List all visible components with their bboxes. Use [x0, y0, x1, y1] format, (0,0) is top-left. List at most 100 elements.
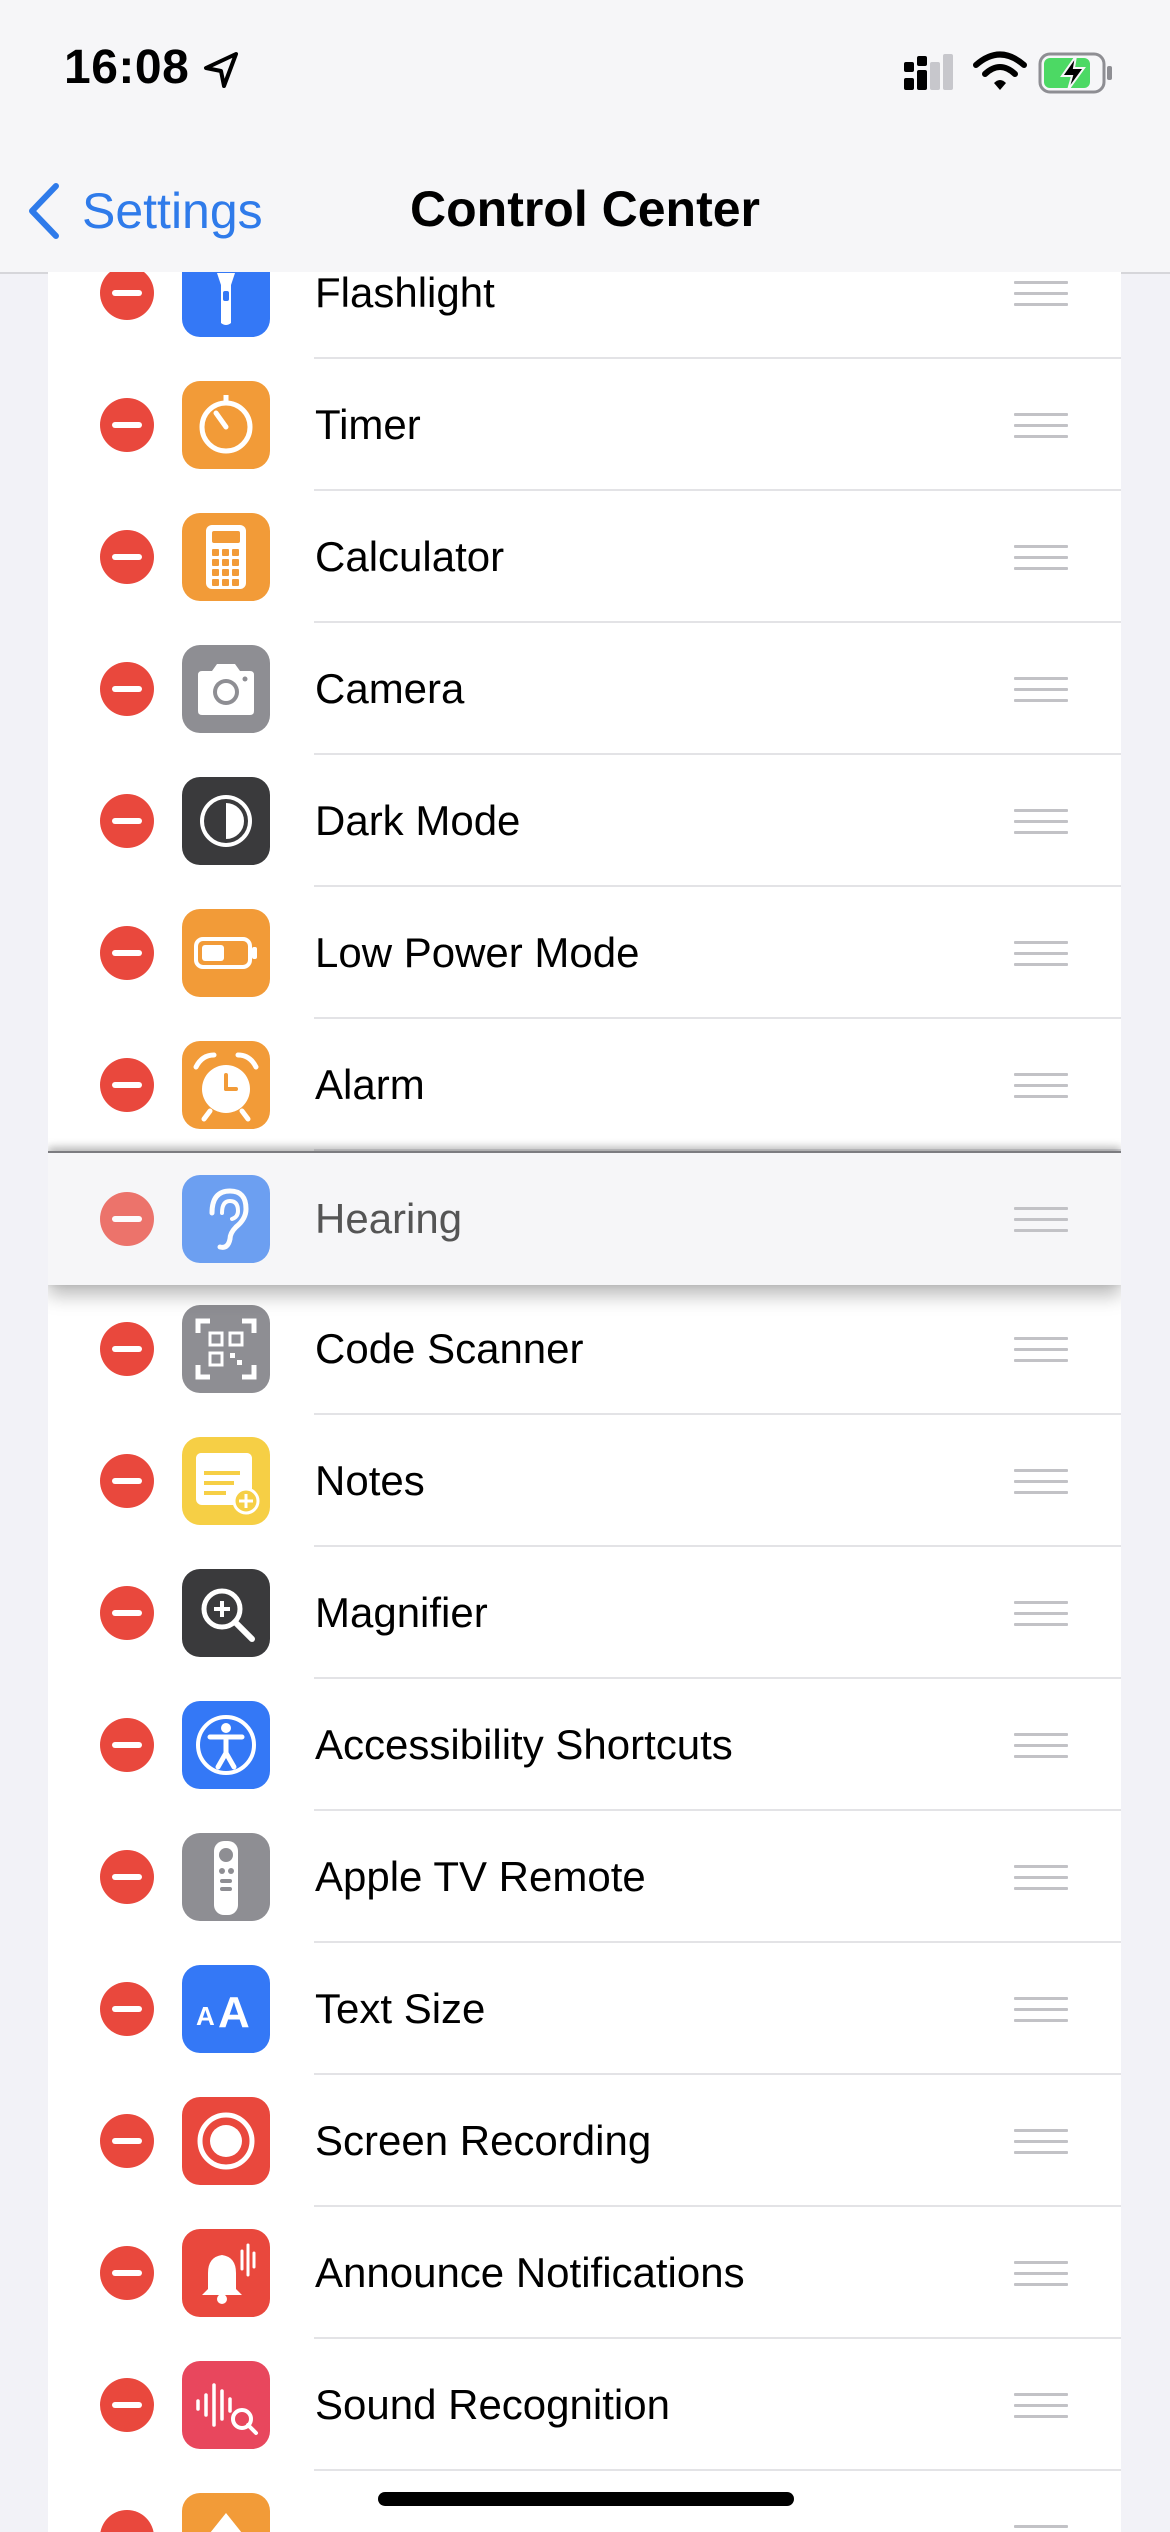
tv-remote-icon [182, 1833, 270, 1921]
control-row[interactable]: Alarm [48, 1019, 1121, 1151]
reorder-handle-icon[interactable] [1014, 413, 1068, 439]
reorder-handle-icon[interactable] [1014, 2261, 1068, 2287]
screen-recording-icon [182, 2097, 270, 2185]
partial-icon [182, 2493, 270, 2532]
control-label: Sound Recognition [315, 2381, 670, 2428]
control-label: Screen Recording [315, 2117, 652, 2164]
navigation-bar: Settings Control Center [0, 150, 1170, 274]
reorder-handle-icon[interactable] [1014, 1073, 1068, 1099]
remove-control-button[interactable] [100, 2378, 154, 2432]
control-row[interactable]: Announce Notifications [48, 2207, 1121, 2339]
status-time: 16:08 [64, 41, 190, 94]
control-row[interactable]: Camera [48, 623, 1121, 755]
status-bar: 16:08 [0, 0, 1170, 150]
control-row[interactable]: Hearing [48, 1151, 1121, 1285]
control-label: Text Size [315, 1985, 486, 2032]
remove-control-button[interactable] [100, 926, 154, 980]
control-label: Flashlight [315, 272, 495, 316]
remove-control-button[interactable] [100, 1192, 154, 1246]
reorder-handle-icon[interactable] [1014, 1601, 1068, 1627]
remove-control-button[interactable] [100, 530, 154, 584]
reorder-handle-icon[interactable] [1014, 1733, 1068, 1759]
remove-control-button[interactable] [100, 2246, 154, 2300]
notes-icon [182, 1437, 270, 1525]
battery-charging-icon [1038, 52, 1112, 94]
control-row[interactable]: A A Text Size [48, 1943, 1121, 2075]
reorder-handle-icon[interactable] [1014, 281, 1068, 307]
page-title: Control Center [410, 181, 760, 237]
timer-icon [182, 381, 270, 469]
control-label: Code Scanner [315, 1325, 584, 1372]
control-label: Alarm [315, 1061, 425, 1108]
remove-control-button[interactable] [100, 662, 154, 716]
remove-control-button[interactable] [100, 1058, 154, 1112]
reorder-handle-icon[interactable] [1014, 2525, 1068, 2532]
included-controls-list: Flashlight Timer Calculator Camera Dark Mode… [48, 272, 1121, 2532]
control-row[interactable]: Timer [48, 359, 1121, 491]
flashlight-icon [182, 272, 270, 337]
svg-text:A: A [218, 1988, 250, 2037]
control-row[interactable]: Calculator [48, 491, 1121, 623]
reorder-handle-icon[interactable] [1014, 941, 1068, 967]
wifi-icon [973, 51, 1027, 90]
magnifier-icon [182, 1569, 270, 1657]
remove-control-button[interactable] [100, 1454, 154, 1508]
reorder-handle-icon[interactable] [1014, 677, 1068, 703]
control-label: Announce Notifications [315, 2249, 745, 2296]
control-row[interactable]: Apple TV Remote [48, 1811, 1121, 1943]
control-label: Magnifier [315, 1589, 488, 1636]
control-label: Dark Mode [315, 797, 521, 844]
control-row[interactable]: Sound Recognition [48, 2339, 1121, 2471]
svg-text:A: A [196, 2001, 215, 2031]
remove-control-button[interactable] [100, 398, 154, 452]
control-row[interactable]: Code Scanner [48, 1283, 1121, 1415]
qr-code-icon [182, 1305, 270, 1393]
reorder-handle-icon[interactable] [1014, 1997, 1068, 2023]
remove-control-button[interactable] [100, 1586, 154, 1640]
control-label: Low Power Mode [315, 929, 640, 976]
control-label: Apple TV Remote [315, 1853, 646, 1900]
control-label: Accessibility Shortcuts [315, 1721, 733, 1768]
remove-control-button[interactable] [100, 2510, 154, 2532]
dark-mode-icon [182, 777, 270, 865]
control-row[interactable]: Flashlight [48, 272, 1121, 359]
remove-control-button[interactable] [100, 1982, 154, 2036]
reorder-handle-icon[interactable] [1014, 2393, 1068, 2419]
reorder-handle-icon[interactable] [1014, 809, 1068, 835]
remove-control-button[interactable] [100, 272, 154, 320]
control-label: Hearing [315, 1195, 463, 1242]
control-label: Camera [315, 665, 465, 712]
home-indicator[interactable] [378, 2492, 794, 2506]
remove-control-button[interactable] [100, 1850, 154, 1904]
announce-notifications-icon [182, 2229, 270, 2317]
control-row[interactable]: Screen Recording [48, 2075, 1121, 2207]
control-row[interactable]: Accessibility Shortcuts [48, 1679, 1121, 1811]
remove-control-button[interactable] [100, 1718, 154, 1772]
control-label: Calculator [315, 533, 505, 580]
sound-recognition-icon [182, 2361, 270, 2449]
control-row[interactable]: Low Power Mode [48, 887, 1121, 1019]
location-arrow-icon [204, 52, 238, 88]
remove-control-button[interactable] [100, 2114, 154, 2168]
reorder-handle-icon[interactable] [1014, 1337, 1068, 1363]
accessibility-icon [182, 1701, 270, 1789]
reorder-handle-icon[interactable] [1014, 2129, 1068, 2155]
reorder-handle-icon[interactable] [1014, 545, 1068, 571]
control-label: Timer [315, 401, 421, 448]
reorder-handle-icon[interactable] [1014, 1469, 1068, 1495]
remove-control-button[interactable] [100, 794, 154, 848]
reorder-handle-icon[interactable] [1014, 1207, 1068, 1233]
control-label: Notes [315, 1457, 425, 1504]
remove-control-button[interactable] [100, 1322, 154, 1376]
text-size-icon: AA [182, 1965, 270, 2053]
control-row[interactable]: Dark Mode [48, 755, 1121, 887]
ear-icon [182, 1175, 270, 1263]
alarm-icon [182, 1041, 270, 1129]
calculator-icon [182, 513, 270, 601]
control-row[interactable]: Notes [48, 1415, 1121, 1547]
battery-icon [182, 909, 270, 997]
reorder-handle-icon[interactable] [1014, 1865, 1068, 1891]
camera-icon [182, 645, 270, 733]
control-row[interactable]: Magnifier [48, 1547, 1121, 1679]
cellular-signal-icon [904, 54, 953, 90]
